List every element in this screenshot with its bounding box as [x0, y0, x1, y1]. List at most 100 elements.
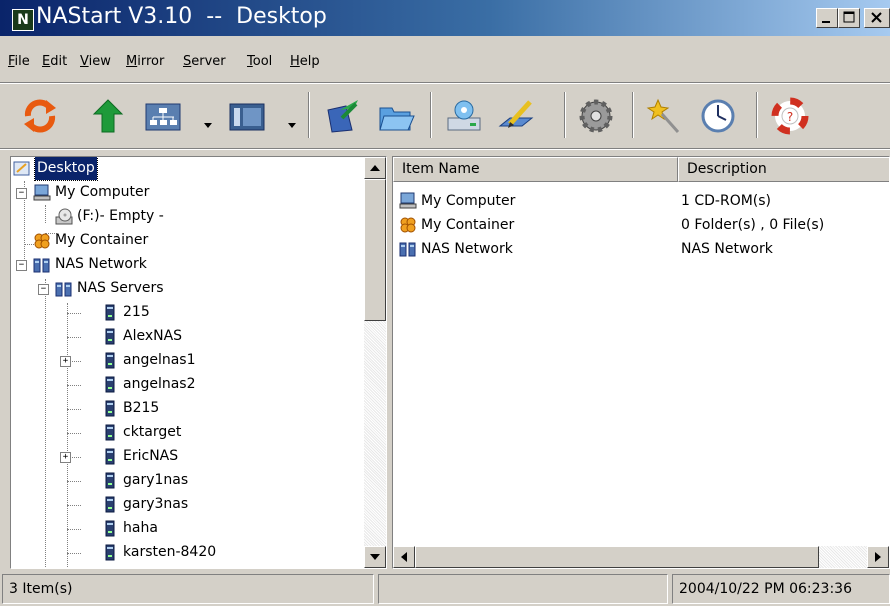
- display-view-icon: [229, 103, 265, 131]
- list-item-description: 0 Folder(s) , 0 File(s): [681, 217, 825, 233]
- disk-button[interactable]: [444, 96, 484, 136]
- minimize-button[interactable]: [816, 8, 838, 28]
- display-view-dropdown-icon[interactable]: [288, 123, 296, 128]
- menu-edit-label: dit: [50, 54, 68, 69]
- collapse-toggle-icon[interactable]: −: [16, 188, 27, 199]
- menu-bar: File Edit View Mirror Server Tool Help: [0, 42, 890, 82]
- tree-connector: [67, 409, 81, 410]
- export-button[interactable]: [322, 96, 362, 136]
- clock-button[interactable]: [698, 96, 738, 136]
- status-datetime: 2004/10/22 PM 06:23:36: [672, 574, 890, 604]
- menu-file[interactable]: File: [8, 54, 30, 69]
- tree-label-nas-servers: NAS Servers: [77, 280, 164, 296]
- menu-edit-mnemonic: E: [42, 54, 51, 69]
- tree-label-server: AlexNAS: [123, 328, 183, 344]
- scroll-up-button[interactable]: [364, 157, 386, 179]
- tree-connector: [45, 279, 46, 568]
- scroll-right-button[interactable]: [867, 546, 889, 568]
- toolbar-separator: [756, 92, 758, 138]
- menu-view-label: iew: [88, 54, 111, 69]
- item-list[interactable]: Item Name Description My Computer 1 CD-R…: [392, 156, 890, 569]
- tree-vertical-scrollbar[interactable]: [364, 157, 386, 568]
- toolbar-separator: [632, 92, 634, 138]
- cdrom-icon: [55, 208, 73, 225]
- toolbar: ?: [0, 86, 890, 146]
- expand-toggle-icon[interactable]: +: [60, 356, 71, 367]
- status-bar: 3 Item(s) 2004/10/22 PM 06:23:36: [0, 574, 890, 606]
- tree-label-my-container: My Container: [55, 232, 149, 248]
- close-button[interactable]: [864, 8, 890, 28]
- nas-servers-icon: [55, 282, 72, 297]
- nas-server-icon: [105, 304, 115, 321]
- display-view-button[interactable]: [226, 96, 296, 136]
- tree-scroll-thumb[interactable]: [364, 179, 386, 321]
- nas-network-icon: [399, 242, 416, 257]
- network-view-icon: [145, 103, 181, 131]
- menu-separator: [0, 82, 890, 84]
- tree-connector: [67, 529, 81, 530]
- column-header-description[interactable]: Description: [678, 157, 889, 182]
- nas-server-icon: [105, 376, 115, 393]
- scroll-left-button[interactable]: [393, 546, 415, 568]
- nas-server-icon: [105, 328, 115, 345]
- edit-pencil-icon: [498, 100, 534, 128]
- nas-server-icon: [105, 352, 115, 369]
- edit-button[interactable]: [496, 96, 536, 136]
- toolbar-separator: [564, 92, 566, 138]
- nas-server-icon: [105, 400, 115, 417]
- up-arrow-icon: [92, 99, 124, 133]
- tree-label-server: karsten-8420: [123, 544, 217, 560]
- nas-server-icon: [105, 520, 115, 537]
- list-item-description: 1 CD-ROM(s): [681, 193, 772, 209]
- tree-label-cdrom: (F:)- Empty -: [77, 208, 164, 224]
- app-icon[interactable]: N: [12, 9, 34, 31]
- tree-label-server: haha: [123, 520, 158, 536]
- list-item-name: My Computer: [421, 193, 516, 209]
- list-horizontal-scrollbar[interactable]: [393, 546, 889, 568]
- tree-label-nas-network: NAS Network: [55, 256, 147, 272]
- title-bar: N NAStart V3.10 -- Desktop: [0, 0, 890, 36]
- tree-connector: [67, 553, 81, 554]
- status-item-count: 3 Item(s): [2, 574, 374, 604]
- menu-help[interactable]: Help: [290, 54, 320, 69]
- folder-tree[interactable]: Desktop − My Computer (F:)- Empty - My C…: [10, 156, 387, 569]
- menu-mirror[interactable]: Mirror: [126, 54, 164, 69]
- toolbar-separator: [308, 92, 310, 138]
- collapse-toggle-icon[interactable]: −: [38, 284, 49, 295]
- up-button[interactable]: [88, 96, 128, 136]
- expand-toggle-icon[interactable]: +: [60, 452, 71, 463]
- export-icon: [327, 100, 358, 133]
- menu-server[interactable]: Server: [183, 54, 226, 69]
- nas-server-icon: [105, 544, 115, 561]
- close-icon: [871, 12, 882, 23]
- refresh-button[interactable]: [20, 96, 60, 136]
- network-view-dropdown-icon[interactable]: [204, 123, 212, 128]
- menu-help-label: elp: [299, 54, 320, 69]
- tree-label-server: gary1nas: [123, 472, 189, 488]
- menu-tool-label: ool: [252, 54, 273, 69]
- menu-mirror-mnemonic: M: [126, 54, 138, 69]
- refresh-icon: [24, 99, 56, 133]
- network-view-button[interactable]: [142, 96, 212, 136]
- scroll-down-button[interactable]: [364, 546, 386, 568]
- toolbar-separator: [430, 92, 432, 138]
- tree-label-server: gary3nas: [123, 496, 189, 512]
- left-arrow-small-icon: [401, 552, 407, 562]
- maximize-icon: [843, 11, 855, 23]
- menu-edit[interactable]: Edit: [42, 54, 67, 69]
- wizard-button[interactable]: [644, 96, 684, 136]
- menu-view[interactable]: View: [80, 54, 111, 69]
- collapse-toggle-icon[interactable]: −: [16, 260, 27, 271]
- tree-label-server: 215: [123, 304, 150, 320]
- column-header-item-name[interactable]: Item Name: [393, 157, 678, 182]
- list-scroll-thumb[interactable]: [415, 546, 819, 568]
- settings-button[interactable]: [576, 96, 616, 136]
- status-middle-panel: [378, 574, 668, 604]
- tree-label-server: B215: [123, 400, 160, 416]
- menu-tool[interactable]: Tool: [247, 54, 272, 69]
- help-button[interactable]: ?: [770, 96, 810, 136]
- help-lifebuoy-icon: ?: [771, 97, 809, 135]
- tree-connector: [67, 481, 81, 482]
- maximize-button[interactable]: [838, 8, 860, 28]
- open-folder-button[interactable]: [376, 96, 416, 136]
